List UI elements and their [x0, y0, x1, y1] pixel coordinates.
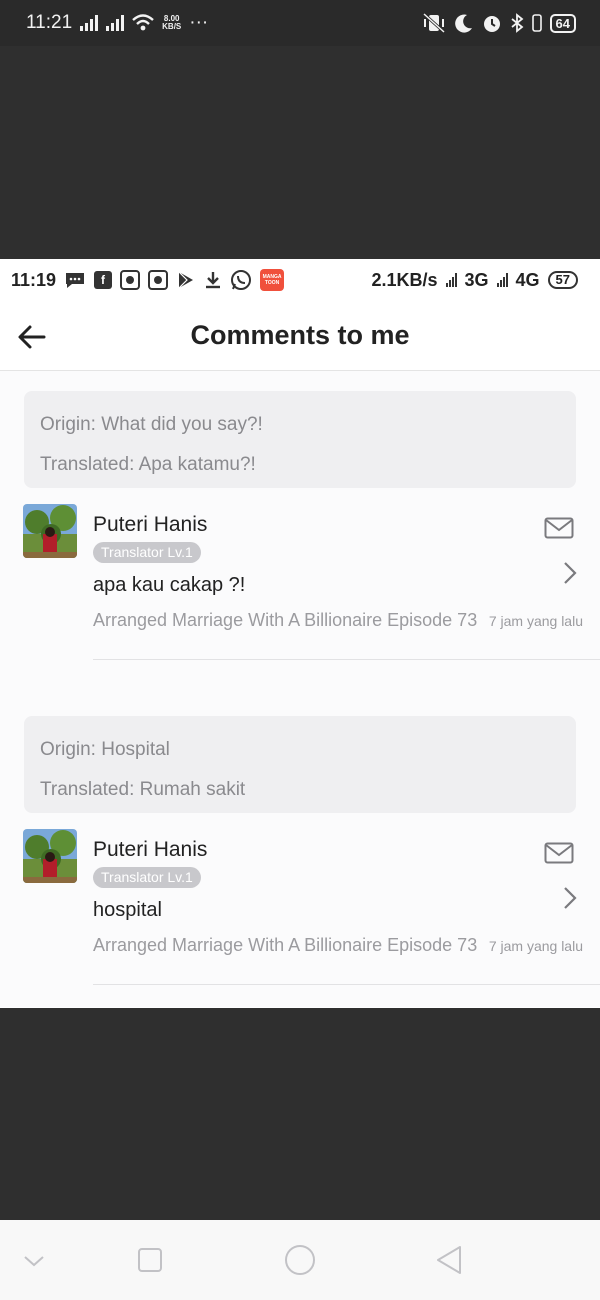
battery-icon: 64	[549, 13, 576, 33]
sim-icon	[531, 14, 542, 32]
comment-source: Arranged Marriage With A Billionaire Epi…	[93, 610, 478, 630]
more-dots: ···	[189, 12, 209, 33]
comment-time: 7 jam yang lalu	[488, 613, 583, 629]
source-quote: Origin: What did you say?! Translated: A…	[24, 391, 576, 488]
signal-icon	[496, 273, 508, 287]
bluetooth-icon	[510, 13, 523, 33]
alarm-icon	[483, 16, 500, 32]
nav-back-icon[interactable]	[432, 1242, 468, 1278]
inner-status-bar: 11:19 f MANGA TOON 2.1KB/s 3G 4G 57	[0, 259, 600, 301]
mail-icon[interactable]	[544, 517, 574, 539]
facebook-icon: f	[94, 271, 113, 289]
back-arrow-icon[interactable]	[16, 321, 48, 353]
camera-app-icon	[148, 270, 169, 290]
signal-icon	[80, 15, 99, 31]
comment-text: apa kau cakap ?!	[93, 574, 246, 596]
speed-unit: KB/S	[162, 22, 182, 31]
whatsapp-icon	[231, 270, 252, 290]
comment-entry[interactable]: Origin: Hospital Translated: Rumah sakit…	[0, 716, 600, 1008]
comment-source: Arranged Marriage With A Billionaire Epi…	[93, 935, 478, 955]
comments-list: Origin: What did you say?! Translated: A…	[0, 371, 600, 1007]
network-type-2: 4G	[515, 269, 540, 290]
signal-icon	[445, 273, 457, 287]
outer-status-bar: 11:21 8.00 KB/S ··· 64	[0, 0, 600, 46]
system-nav-bar	[0, 1220, 600, 1300]
translated-text: Translated: Rumah sakit	[40, 779, 246, 800]
comment-entry[interactable]: Origin: What did you say?! Translated: A…	[0, 391, 600, 716]
comment-time: 7 jam yang lalu	[488, 938, 583, 954]
camera-app-icon	[120, 270, 141, 290]
translated-text: Translated: Apa katamu?!	[40, 454, 256, 475]
signal-icon	[106, 15, 125, 31]
network-type-1: 3G	[464, 269, 489, 290]
download-icon	[206, 272, 221, 289]
nav-home-icon[interactable]	[282, 1242, 318, 1278]
play-store-icon	[178, 271, 194, 289]
nav-down-icon[interactable]	[16, 1242, 52, 1278]
app-screen: 11:19 f MANGA TOON 2.1KB/s 3G 4G 57 Comm…	[0, 259, 600, 1008]
chevron-right-icon[interactable]	[562, 885, 578, 911]
source-quote: Origin: Hospital Translated: Rumah sakit	[24, 716, 576, 813]
inner-network-speed: 2.1KB/s	[371, 269, 438, 290]
moon-icon	[454, 14, 472, 33]
divider	[93, 659, 600, 660]
battery-icon: 57	[547, 271, 578, 289]
comment-text: hospital	[93, 899, 162, 921]
vibrate-off-icon	[422, 12, 445, 34]
role-badge: Translator Lv.1	[93, 542, 201, 563]
nav-recents-icon[interactable]	[132, 1242, 168, 1278]
page-title: Comments to me	[190, 320, 410, 350]
user-name[interactable]: Puteri Hanis	[93, 838, 207, 862]
user-name[interactable]: Puteri Hanis	[93, 513, 207, 537]
outer-status-time: 11:21	[26, 12, 73, 33]
wifi-icon	[132, 14, 154, 31]
inner-status-time: 11:19	[11, 269, 57, 290]
network-speed: 8.00 KB/S	[162, 15, 181, 31]
avatar[interactable]	[23, 829, 77, 883]
chevron-right-icon[interactable]	[562, 560, 578, 586]
avatar[interactable]	[23, 504, 77, 558]
mail-icon[interactable]	[544, 842, 574, 864]
mangatoon-icon: MANGA TOON	[260, 269, 285, 291]
message-icon	[66, 273, 85, 288]
app-header: Comments to me	[0, 301, 600, 371]
divider	[93, 984, 600, 985]
origin-text: Origin: What did you say?!	[40, 414, 263, 435]
origin-text: Origin: Hospital	[40, 739, 170, 760]
role-badge: Translator Lv.1	[93, 867, 201, 888]
